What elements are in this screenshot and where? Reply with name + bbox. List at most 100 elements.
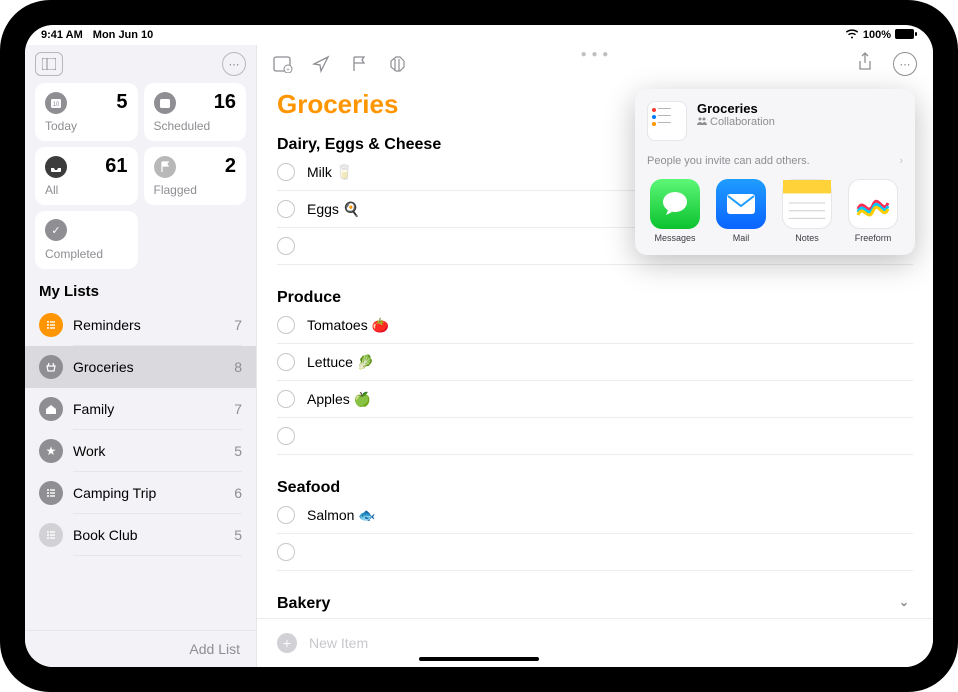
sidebar-toggle-button[interactable] [35, 52, 63, 76]
sidebar-item-family[interactable]: Family 7 [25, 388, 256, 430]
reminder-checkbox[interactable] [277, 200, 295, 218]
calendar-add-icon[interactable]: + [273, 54, 293, 74]
reminder-checkbox[interactable] [277, 316, 295, 334]
people-icon [697, 116, 707, 128]
section-header-label: Bakery [277, 595, 330, 612]
calendar-scheduled-icon [154, 92, 176, 114]
reminder-row[interactable]: Tomatoes 🍅 [277, 307, 913, 344]
share-permissions-row[interactable]: People you invite can add others. › [647, 149, 903, 179]
flag-icon [154, 156, 176, 178]
star-icon: ★ [39, 439, 63, 463]
wifi-icon [845, 29, 859, 42]
sidebar-item-count: 7 [234, 317, 242, 333]
sidebar-item-count: 6 [234, 485, 242, 501]
chevron-right-icon: › [899, 155, 903, 167]
share-app-label: Freeform [855, 233, 892, 243]
new-item-label: New Item [309, 635, 368, 651]
reminder-text[interactable]: Eggs 🍳 [307, 201, 360, 218]
smart-list-completed[interactable]: ✓ Completed [35, 211, 138, 269]
add-list-button[interactable]: Add List [25, 630, 256, 667]
notes-app-icon [782, 179, 832, 229]
battery-icon [895, 29, 917, 42]
status-time: 9:41 AM [41, 29, 83, 41]
svg-text:10: 10 [53, 102, 60, 108]
plus-circle-icon: + [277, 633, 297, 653]
reminder-row[interactable]: Apples 🍏 [277, 381, 913, 418]
share-list-thumbnail: ─── ─── ─── [647, 101, 687, 141]
calendar-icon: 10 [45, 92, 67, 114]
sidebar-item-groceries[interactable]: Groceries 8 [25, 346, 256, 388]
share-title: Groceries [697, 101, 775, 116]
sidebar-item-label: Reminders [73, 317, 224, 333]
reminder-text[interactable]: Apples 🍏 [307, 391, 371, 408]
reminder-text[interactable]: Milk 🥛 [307, 164, 353, 181]
reminder-checkbox[interactable] [277, 390, 295, 408]
sidebar-item-camping[interactable]: Camping Trip 6 [25, 472, 256, 514]
reminder-text[interactable]: Tomatoes 🍅 [307, 317, 389, 334]
reminder-checkbox[interactable] [277, 506, 295, 524]
reminder-row[interactable]: Salmon 🐟 [277, 497, 913, 534]
sidebar-item-label: Groceries [73, 359, 224, 375]
today-count: 5 [116, 91, 127, 114]
flagged-count: 2 [225, 155, 236, 178]
main-panel: ● ● ● + [257, 45, 933, 667]
reminder-checkbox[interactable] [277, 237, 295, 255]
today-label: Today [45, 119, 128, 133]
share-icon[interactable] [855, 52, 875, 72]
sidebar-item-label: Camping Trip [73, 485, 224, 501]
smart-list-flagged[interactable]: 2 Flagged [144, 147, 247, 205]
reminder-row[interactable]: Croissants 🥐 [277, 613, 913, 618]
main-more-button[interactable]: ⋯ [893, 52, 917, 76]
multitasking-dots-icon[interactable]: ● ● ● [581, 49, 610, 60]
reminder-checkbox[interactable] [277, 427, 295, 445]
share-app-label: Messages [654, 233, 695, 243]
sidebar-item-count: 5 [234, 527, 242, 543]
share-app-freeform[interactable]: Freeform [845, 179, 901, 243]
sidebar-more-button[interactable]: ⋯ [222, 52, 246, 76]
reminder-checkbox[interactable] [277, 353, 295, 371]
reminder-row-empty[interactable] [277, 534, 913, 571]
reminder-row-empty[interactable] [277, 418, 913, 455]
chevron-down-icon[interactable]: ⌄ [899, 595, 913, 609]
share-mode-label[interactable]: Collaboration [710, 116, 775, 128]
flag-outline-icon[interactable] [349, 54, 369, 74]
share-app-mail[interactable]: Mail [713, 179, 769, 243]
location-icon[interactable] [311, 54, 331, 74]
sidebar: ⋯ 10 5 Today [25, 45, 257, 667]
app-content: ⋯ 10 5 Today [25, 45, 933, 667]
ipad-device-frame: 9:41 AM Mon Jun 10 100% [0, 0, 958, 692]
share-app-messages[interactable]: Messages [647, 179, 703, 243]
sidebar-item-count: 7 [234, 401, 242, 417]
status-bar: 9:41 AM Mon Jun 10 100% [25, 25, 933, 45]
sidebar-item-reminders[interactable]: Reminders 7 [25, 304, 256, 346]
all-count: 61 [105, 155, 127, 178]
list-icon-generic [39, 523, 63, 547]
sidebar-item-label: Book Club [73, 527, 224, 543]
smart-list-today[interactable]: 10 5 Today [35, 83, 138, 141]
sidebar-item-label: Family [73, 401, 224, 417]
reminder-text[interactable]: Lettuce 🥬 [307, 354, 374, 371]
sidebar-item-label: Work [73, 443, 224, 459]
reminder-checkbox[interactable] [277, 163, 295, 181]
share-app-notes[interactable]: Notes [779, 179, 835, 243]
sidebar-item-count: 5 [234, 443, 242, 459]
smart-list-all[interactable]: 61 All [35, 147, 138, 205]
sidebar-item-count: 8 [234, 359, 242, 375]
completed-label: Completed [45, 247, 128, 261]
reminder-checkbox[interactable] [277, 543, 295, 561]
tag-icon[interactable] [387, 54, 407, 74]
checkmark-icon: ✓ [45, 219, 67, 241]
basket-icon [39, 355, 63, 379]
section-header[interactable]: Seafood [277, 479, 913, 497]
new-item-button[interactable]: + New Item [257, 618, 933, 667]
reminder-text[interactable]: Salmon 🐟 [307, 507, 376, 524]
sidebar-item-bookclub[interactable]: Book Club 5 [25, 514, 256, 556]
section-header[interactable]: Bakery ⌄ [277, 595, 913, 613]
sidebar-item-work[interactable]: ★ Work 5 [25, 430, 256, 472]
home-indicator[interactable] [419, 657, 539, 661]
share-note-text: People you invite can add others. [647, 155, 810, 167]
mail-app-icon [716, 179, 766, 229]
reminder-row[interactable]: Lettuce 🥬 [277, 344, 913, 381]
smart-list-scheduled[interactable]: 16 Scheduled [144, 83, 247, 141]
section-header[interactable]: Produce [277, 289, 913, 307]
